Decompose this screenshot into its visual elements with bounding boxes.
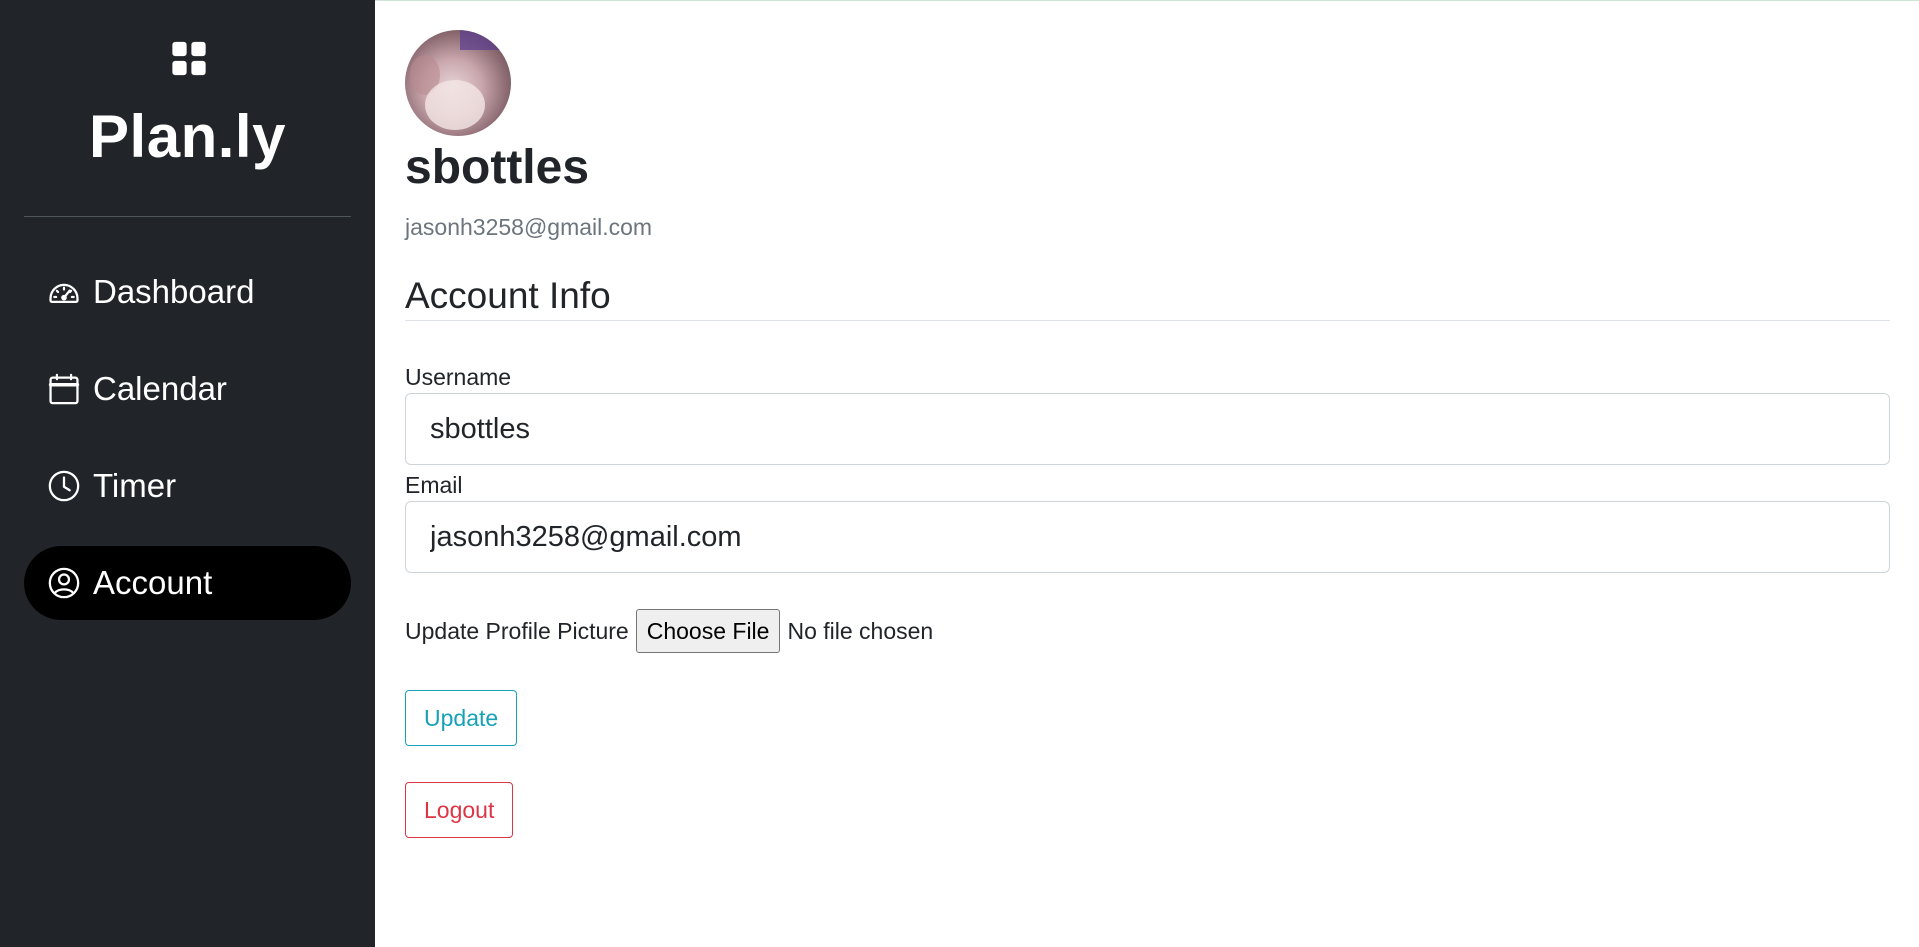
profile-username: sbottles <box>405 141 590 194</box>
brand-title[interactable]: Plan.ly <box>0 102 375 172</box>
sidebar-item-label: Dashboard <box>93 273 255 310</box>
update-button[interactable]: Update <box>405 690 518 746</box>
account-info-heading: Account Info <box>405 275 611 316</box>
profile-picture-upload: Update Profile Picture Choose File No fi… <box>405 609 933 653</box>
upload-label: Update Profile Picture <box>405 617 629 644</box>
logout-button[interactable]: Logout <box>405 782 514 838</box>
username-label: Username <box>405 364 512 390</box>
sidebar-nav: Dashboard Calendar Timer Account <box>24 255 351 643</box>
user-circle-icon <box>47 566 81 600</box>
username-field[interactable] <box>405 393 1890 465</box>
app-root: Plan.ly Dashboard Calendar Timer Account… <box>0 0 1919 947</box>
section-divider <box>405 320 1890 321</box>
sidebar-item-account[interactable]: Account <box>24 546 351 620</box>
sidebar-item-dashboard[interactable]: Dashboard <box>24 255 351 329</box>
calendar-icon <box>47 372 81 406</box>
email-label: Email <box>405 472 463 498</box>
email-field[interactable] <box>405 501 1890 573</box>
avatar <box>405 30 511 136</box>
sidebar-item-label: Calendar <box>93 370 227 407</box>
choose-file-button[interactable]: Choose File <box>635 609 781 653</box>
sidebar-item-label: Timer <box>93 467 177 504</box>
sidebar-divider <box>24 216 351 217</box>
clock-icon <box>47 469 81 503</box>
file-status: No file chosen <box>787 617 934 644</box>
grid-icon <box>170 39 208 78</box>
main-content: sbottles jasonh3258@gmail.com Account In… <box>375 0 1919 947</box>
sidebar: Plan.ly Dashboard Calendar Timer Account <box>0 0 375 947</box>
profile-email: jasonh3258@gmail.com <box>405 214 653 240</box>
sidebar-item-calendar[interactable]: Calendar <box>24 352 351 426</box>
sidebar-item-timer[interactable]: Timer <box>24 449 351 523</box>
speedometer-icon <box>47 275 81 309</box>
sidebar-item-label: Account <box>93 564 213 601</box>
